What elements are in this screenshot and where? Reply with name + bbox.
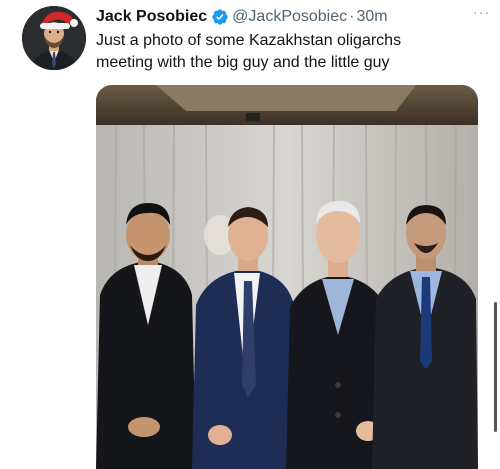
tweet-photo[interactable] bbox=[96, 85, 478, 469]
more-options-icon[interactable]: ··· bbox=[473, 4, 490, 20]
scrollbar[interactable] bbox=[494, 302, 497, 432]
tweet-text: Just a photo of some Kazakhstan oligarch… bbox=[96, 30, 486, 74]
avatar-image bbox=[22, 6, 86, 70]
photo-image bbox=[96, 85, 478, 469]
tweet-text-line-1: Just a photo of some Kazakhstan oligarch… bbox=[96, 32, 402, 49]
timestamp[interactable]: 30m bbox=[356, 8, 387, 26]
handle[interactable]: @JackPosobiec bbox=[232, 8, 347, 26]
separator-dot: · bbox=[349, 8, 355, 25]
verified-badge-icon bbox=[212, 9, 228, 25]
avatar[interactable] bbox=[22, 6, 86, 70]
tweet[interactable]: Jack Posobiec @JackPosobiec · 30m ··· Ju… bbox=[0, 0, 500, 469]
tweet-text-line-2: meeting with the big guy and the little … bbox=[96, 54, 390, 71]
display-name[interactable]: Jack Posobiec bbox=[96, 8, 207, 26]
tweet-header: Jack Posobiec @JackPosobiec · 30m bbox=[96, 4, 488, 30]
